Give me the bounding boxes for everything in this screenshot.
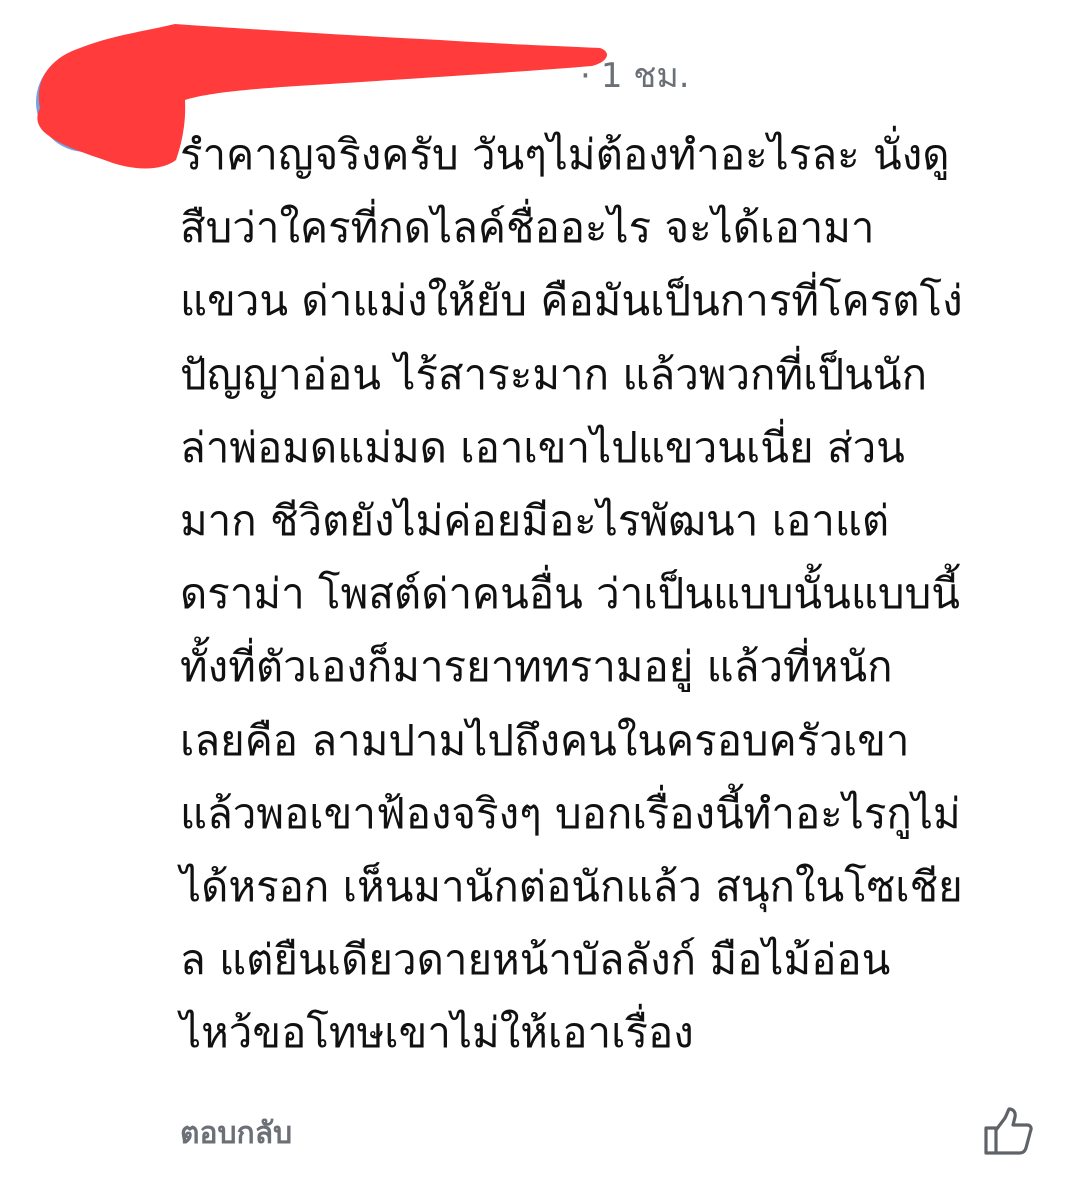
comment-meta: · 1 ชม. — [580, 54, 690, 98]
comment-line: รำคาญจริงครับ วันๆไม่ต้องทำอะไรละ นั่งดู — [180, 130, 950, 179]
comment-line: แล้วพอเขาฟ้องจริงๆ บอกเรื่องนี้ทำอะไรกูไ… — [180, 788, 961, 838]
comment-line: มาก ชีวิตยังไม่ค่อยมีอะไรพัฒนา เอาแต่ — [180, 496, 890, 546]
comment-line: ทั้งที่ตัวเองก็มารยาททรามอยู่ แล้วที่หนั… — [180, 642, 893, 692]
comment-line: ไหว้ขอโทษเขาไม่ให้เอาเรื่อง — [180, 1008, 694, 1058]
avatar[interactable] — [36, 52, 136, 152]
reply-button[interactable]: ตอบกลับ — [180, 1112, 292, 1156]
comment-line: ปัญญาอ่อน ไร้สาระมาก แล้วพวกที่เป็นนัก — [180, 349, 928, 399]
comment-line: ดราม่า โพสต์ด่าคนอื่น ว่าเป็นแบบนั้นแบบน… — [180, 569, 960, 619]
comment-line: ได้หรอก เห็นมานักต่อนักแล้ว สนุกในโซเชีย — [180, 862, 963, 912]
comment-line: เลยคือ ลามปามไปถึงคนในครอบครัวเขา — [180, 715, 910, 765]
comment-line: ล่าพ่อมดแม่มด เอาเขาไปแขวนเนี่ย ส่วน — [180, 422, 905, 472]
thumbs-up-icon[interactable] — [982, 1106, 1034, 1158]
comment-line: สืบว่าใครที่กดไลค์ชื่ออะไร จะได้เอามา — [180, 203, 875, 253]
comment-line: ล แต่ยืนเดียวดายหน้าบัลลังก์ มือไม้อ่อน — [180, 935, 891, 985]
meta-separator: · — [580, 56, 591, 96]
comment-timestamp: 1 ชม. — [600, 56, 690, 96]
comment-line: แขวน ด่าแม่งให้ยับ คือมันเป็นการที่โครตโ… — [180, 276, 963, 326]
comment-body: รำคาญจริงครับ วันๆไม่ต้องทำอะไรละ นั่งดู… — [180, 118, 1060, 1070]
